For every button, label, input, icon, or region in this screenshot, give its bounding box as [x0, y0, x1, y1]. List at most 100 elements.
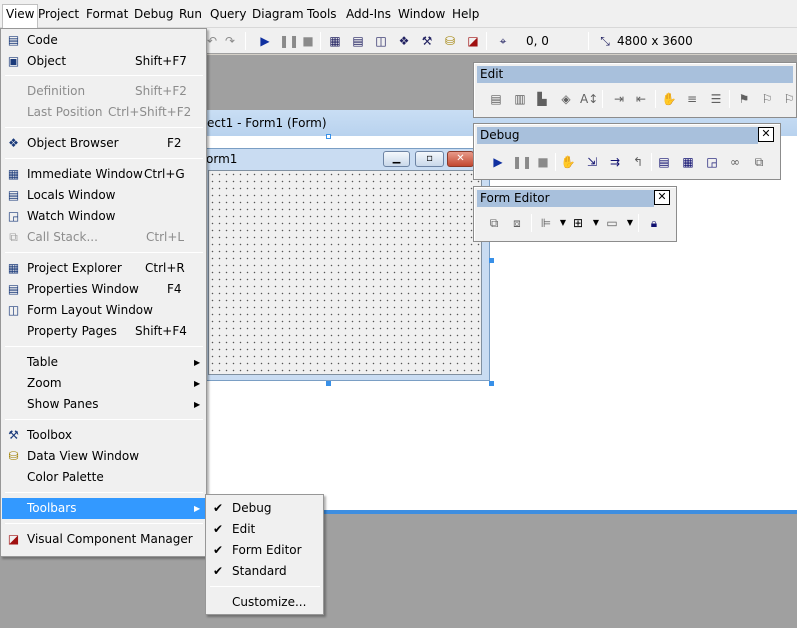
minimize-button[interactable]: ▁: [383, 151, 410, 167]
locals-window-icon[interactable]: ▤: [656, 154, 672, 170]
menu-item-toolbox[interactable]: ⚒ Toolbox: [2, 425, 205, 446]
start-icon[interactable]: ▶: [490, 154, 506, 170]
menu-item-call-stack[interactable]: ⧉ Call Stack... Ctrl+L: [2, 227, 205, 248]
step-over-icon[interactable]: ⇉: [607, 154, 623, 170]
submenu-item-debug[interactable]: ✔ Debug: [207, 498, 322, 519]
watch-window-icon[interactable]: ◲: [704, 154, 720, 170]
submenu-item-form-editor[interactable]: ✔ Form Editor: [207, 540, 322, 561]
menu-help[interactable]: Help: [449, 5, 482, 23]
pause-icon[interactable]: ❚❚: [279, 33, 299, 49]
data-view-icon[interactable]: ⛁: [442, 33, 458, 49]
uncomment-block-icon[interactable]: ☰: [708, 91, 724, 107]
object-browser-icon[interactable]: ❖: [396, 33, 412, 49]
send-to-back-icon[interactable]: ⧈: [509, 215, 525, 231]
menu-item-last-position[interactable]: Last Position Ctrl+Shift+F2: [2, 102, 205, 123]
close-icon[interactable]: ✕: [654, 190, 670, 205]
menu-item-properties-window[interactable]: ▤ Properties Window F4: [2, 279, 205, 300]
submenu-item-edit[interactable]: ✔ Edit: [207, 519, 322, 540]
bring-to-front-icon[interactable]: ⧉: [486, 215, 502, 231]
menu-item-definition[interactable]: Definition Shift+F2: [2, 81, 205, 102]
menu-item-project-explorer[interactable]: ▦ Project Explorer Ctrl+R: [2, 258, 205, 279]
end-icon[interactable]: ■: [535, 154, 551, 170]
menu-window[interactable]: Window: [395, 5, 448, 23]
menu-item-color-palette[interactable]: Color Palette: [2, 467, 205, 488]
menu-item-label: Object: [27, 54, 67, 68]
debug-toolbar: Debug ✕ ▶ ❚❚ ■ ✋ ⇲ ⇉ ↰ ▤ ▦ ◲ ∞ ⧉: [473, 123, 781, 180]
toggle-breakpoint-icon[interactable]: ✋: [661, 91, 677, 107]
maximize-button[interactable]: ▫: [415, 151, 444, 167]
menu-format[interactable]: Format: [83, 5, 131, 23]
run-icon[interactable]: ▶: [257, 33, 273, 49]
properties-icon[interactable]: ▤: [350, 33, 366, 49]
menu-item-show-panes[interactable]: Show Panes ▶: [2, 394, 205, 415]
menu-item-toolbars[interactable]: Toolbars ▶: [2, 498, 205, 519]
watch-window-icon: ◲: [7, 209, 20, 223]
parameter-info-icon[interactable]: ◈: [558, 91, 574, 107]
submenu-item-standard[interactable]: ✔ Standard: [207, 561, 322, 582]
call-stack-icon[interactable]: ⧉: [751, 154, 767, 170]
chevron-down-icon[interactable]: ▼: [555, 215, 571, 231]
quick-watch-icon[interactable]: ∞: [727, 154, 743, 170]
chevron-down-icon[interactable]: ▼: [588, 215, 604, 231]
designer-title: ect1 - Form1 (Form): [207, 116, 327, 130]
list-constants-icon[interactable]: ▥: [512, 91, 528, 107]
close-button[interactable]: ✕: [447, 151, 474, 167]
menu-item-table[interactable]: Table ▶: [2, 352, 205, 373]
selection-handle[interactable]: [489, 381, 494, 386]
immediate-window-icon[interactable]: ▦: [680, 154, 696, 170]
lock-controls-icon[interactable]: 🔒︎: [646, 215, 662, 231]
menu-separator: [5, 252, 203, 253]
menu-item-visual-component-manager[interactable]: ◪ Visual Component Manager: [2, 529, 205, 550]
make-same-size-icon[interactable]: ▭: [604, 215, 620, 231]
step-out-icon[interactable]: ↰: [630, 154, 646, 170]
form-design-grid[interactable]: [208, 170, 482, 375]
menu-tools[interactable]: Tools: [304, 5, 340, 23]
outdent-icon[interactable]: ⇤: [633, 91, 649, 107]
close-icon[interactable]: ✕: [758, 127, 774, 142]
quick-info-icon[interactable]: ▙: [534, 91, 550, 107]
form-layout-icon[interactable]: ◫: [373, 33, 389, 49]
menu-debug[interactable]: Debug: [131, 5, 176, 23]
step-into-icon[interactable]: ⇲: [584, 154, 600, 170]
menu-item-form-layout-window[interactable]: ◫ Form Layout Window: [2, 300, 205, 321]
menu-item-code[interactable]: ▤ Code: [2, 30, 205, 51]
menu-item-property-pages[interactable]: Property Pages Shift+F4: [2, 321, 205, 342]
menu-item-object-browser[interactable]: ❖ Object Browser F2: [2, 133, 205, 154]
menu-run[interactable]: Run: [176, 5, 205, 23]
selection-handle[interactable]: [326, 134, 331, 139]
list-properties-icon[interactable]: ▤: [488, 91, 504, 107]
menu-item-watch-window[interactable]: ◲ Watch Window: [2, 206, 205, 227]
menu-diagram[interactable]: Diagram: [249, 5, 307, 23]
next-bookmark-icon[interactable]: ⚐: [759, 91, 775, 107]
indent-icon[interactable]: ⇥: [611, 91, 627, 107]
selection-handle[interactable]: [326, 381, 331, 386]
component-manager-icon[interactable]: ◪: [465, 33, 481, 49]
toolbox-icon[interactable]: ⚒: [419, 33, 435, 49]
stop-icon[interactable]: ■: [300, 33, 316, 49]
edit-toolbar-title[interactable]: Edit: [477, 66, 793, 83]
project-explorer-icon[interactable]: ▦: [327, 33, 343, 49]
complete-word-icon[interactable]: A↕: [580, 91, 598, 107]
debug-toolbar-title[interactable]: Debug: [477, 127, 758, 144]
selection-handle[interactable]: [489, 258, 494, 263]
menu-project[interactable]: Project: [35, 5, 82, 23]
submenu-item-customize[interactable]: Customize...: [207, 592, 322, 613]
comment-block-icon[interactable]: ≡: [684, 91, 700, 107]
menu-query[interactable]: Query: [207, 5, 249, 23]
menu-item-object[interactable]: ▣ Object Shift+F7: [2, 51, 205, 72]
toggle-breakpoint-icon[interactable]: ✋: [560, 154, 576, 170]
previous-bookmark-icon[interactable]: ⚐: [781, 91, 797, 107]
toggle-bookmark-icon[interactable]: ⚑: [736, 91, 752, 107]
align-icon[interactable]: ⊫: [538, 215, 554, 231]
menu-item-data-view-window[interactable]: ⛁ Data View Window: [2, 446, 205, 467]
chevron-down-icon[interactable]: ▼: [622, 215, 638, 231]
menu-item-zoom[interactable]: Zoom ▶: [2, 373, 205, 394]
menu-item-locals-window[interactable]: ▤ Locals Window: [2, 185, 205, 206]
form-editor-toolbar-title[interactable]: Form Editor: [477, 190, 654, 207]
menu-add-ins[interactable]: Add-Ins: [343, 5, 394, 23]
break-icon[interactable]: ❚❚: [512, 154, 532, 170]
menu-view[interactable]: View: [2, 4, 39, 28]
menu-item-immediate-window[interactable]: ▦ Immediate Window Ctrl+G: [2, 164, 205, 185]
redo-icon[interactable]: ↷: [222, 33, 238, 49]
center-icon[interactable]: ⊞: [570, 215, 586, 231]
